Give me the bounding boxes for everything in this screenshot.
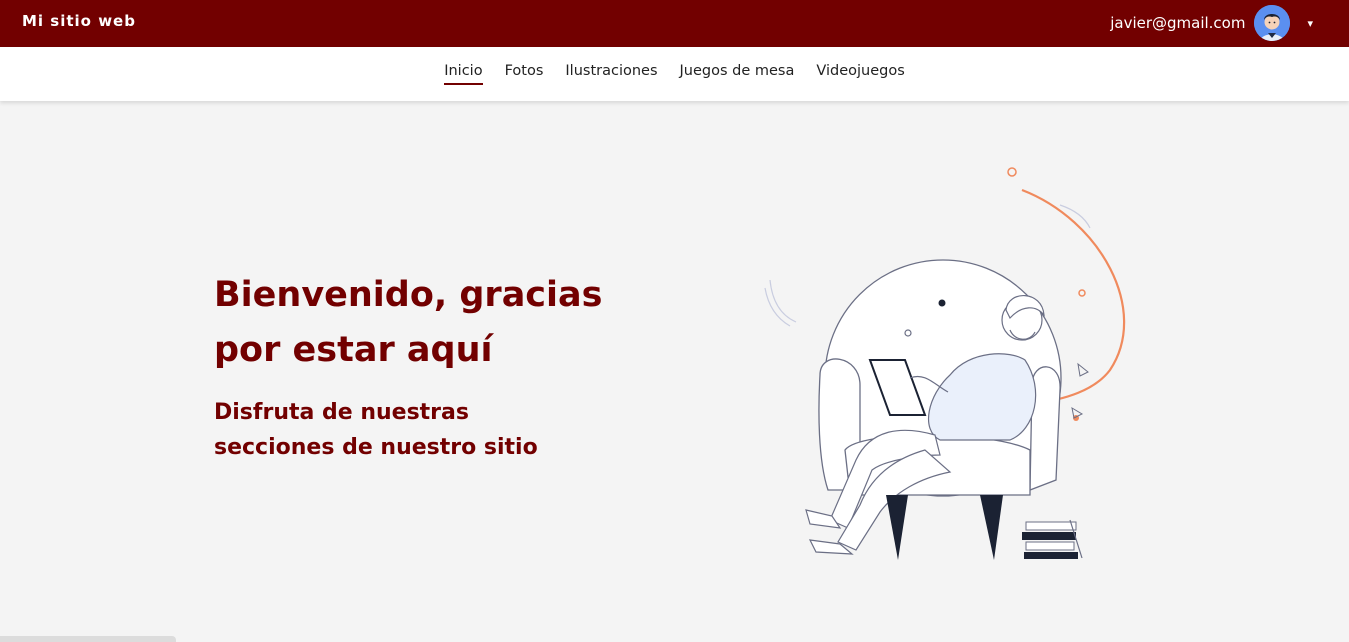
nav-items: Inicio Fotos Ilustraciones Juegos de mes… (0, 63, 1349, 85)
site-brand[interactable]: Mi sitio web (22, 12, 136, 30)
chevron-down-icon[interactable]: ▾ (1307, 17, 1313, 30)
nav-item-fotos[interactable]: Fotos (505, 63, 544, 85)
nav-item-ilustraciones[interactable]: Ilustraciones (565, 63, 657, 85)
person-avatar-icon (1254, 5, 1291, 41)
hero-title: Bienvenido, gracias por estar aquí (214, 275, 603, 370)
user-avatar[interactable] (1254, 5, 1291, 41)
user-menu[interactable]: javier@gmail.com ▾ (1110, 4, 1313, 42)
user-email[interactable]: javier@gmail.com (1110, 14, 1245, 32)
nav-item-juegos-de-mesa[interactable]: Juegos de mesa (680, 63, 795, 85)
reading-chair-illustration (764, 167, 1126, 560)
horizontal-scrollbar[interactable] (0, 636, 176, 642)
top-bar: Mi sitio web javier@gmail.com ▾ (0, 0, 1349, 47)
nav-item-videojuegos[interactable]: Videojuegos (816, 63, 904, 85)
main-nav: Inicio Fotos Ilustraciones Juegos de mes… (0, 47, 1349, 101)
hero-subtitle: Disfruta de nuestras secciones de nuestr… (214, 400, 538, 460)
nav-item-inicio[interactable]: Inicio (444, 63, 483, 85)
